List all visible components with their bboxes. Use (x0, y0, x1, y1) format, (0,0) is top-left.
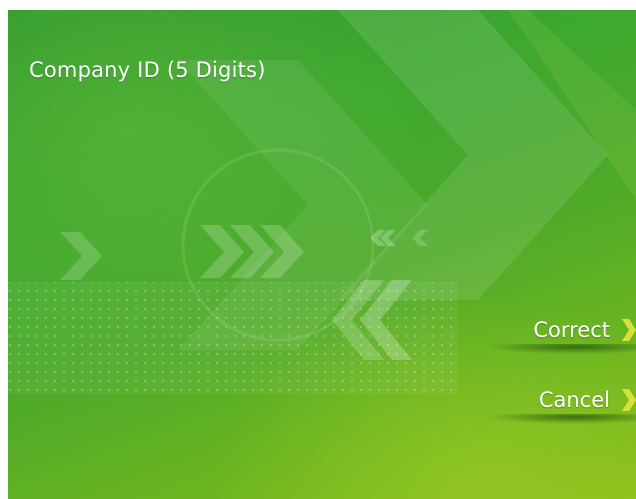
atm-screen: Company ID (5 Digits) Correct Cancel (8, 10, 636, 499)
chevron-right-icon (622, 389, 636, 411)
chevron-right-icon (622, 319, 636, 341)
small-chevron-shape (60, 232, 102, 280)
cancel-button[interactable]: Cancel (486, 380, 636, 424)
background-decoration (8, 10, 636, 394)
correct-button-label: Correct (533, 318, 610, 342)
dotted-band-glow (8, 282, 458, 394)
cancel-button-label: Cancel (538, 388, 610, 412)
page-title: Company ID (5 Digits) (29, 58, 266, 82)
correct-button[interactable]: Correct (486, 310, 636, 354)
